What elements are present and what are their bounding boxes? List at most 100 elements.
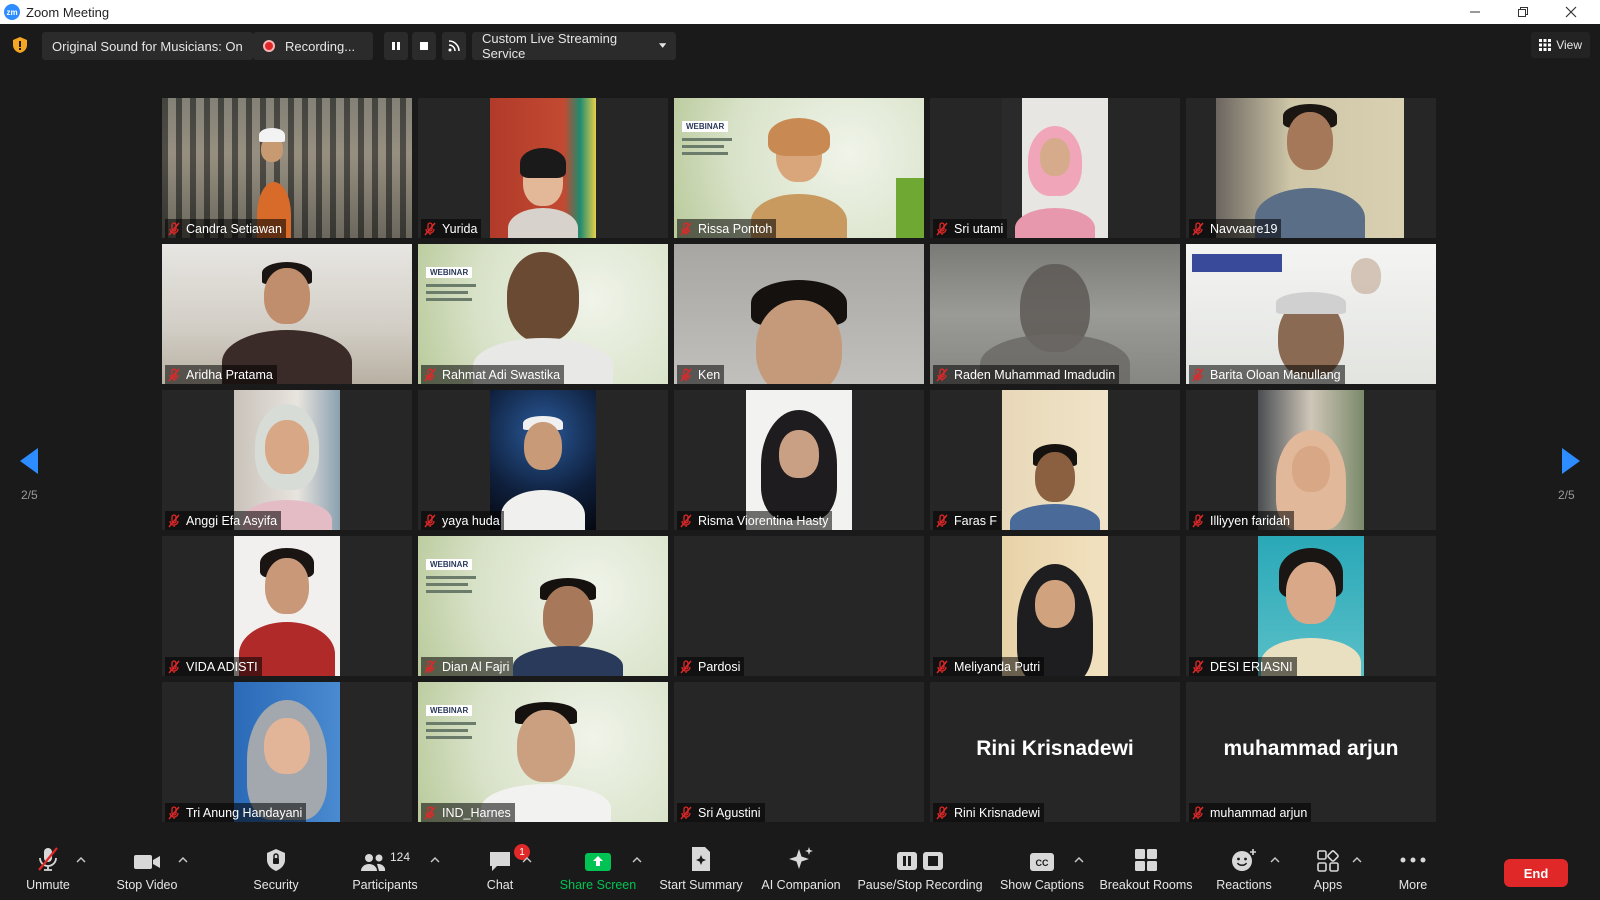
webinar-background: WEBINAR	[426, 700, 486, 770]
participant-tile[interactable]: Sri utami	[930, 98, 1180, 238]
participant-tile[interactable]: Candra Setiawan	[162, 98, 412, 238]
participant-tile[interactable]: VIDA ADISTI	[162, 536, 412, 676]
share-screen-button[interactable]: Share Screen	[560, 844, 636, 900]
close-icon	[1565, 6, 1577, 18]
ai-companion-button[interactable]: AI Companion	[758, 844, 844, 900]
minimize-button[interactable]	[1452, 0, 1498, 24]
meeting-toolbar: Unmute Stop Video Security 124 Participa…	[0, 844, 1600, 900]
apps-options-chevron-icon[interactable]	[1352, 856, 1362, 864]
participant-video: WEBINAR	[674, 98, 924, 238]
pause-recording-button[interactable]	[384, 32, 408, 60]
participant-tile[interactable]: Risma Viorentina Hasty	[674, 390, 924, 530]
participant-tile[interactable]: Rini Krisnadewi Rini Krisnadewi	[930, 682, 1180, 822]
participant-tile[interactable]: Tri Anung Handayani	[162, 682, 412, 822]
muted-mic-icon	[424, 513, 436, 527]
participant-tile[interactable]: muhammad arjun muhammad arjun	[1186, 682, 1436, 822]
participant-tile[interactable]: Barita Oloan Manullang	[1186, 244, 1436, 384]
participant-name: Risma Viorentina Hasty	[698, 513, 829, 528]
security-button[interactable]: Security	[250, 844, 302, 900]
participant-tile[interactable]: DESI ERIASNI	[1186, 536, 1436, 676]
close-button[interactable]	[1548, 0, 1594, 24]
show-captions-button[interactable]: CC Show Captions	[998, 844, 1086, 900]
encryption-shield-icon[interactable]	[12, 36, 28, 54]
participant-name: VIDA ADISTI	[186, 659, 258, 674]
original-sound-toggle[interactable]: Original Sound for Musicians: On	[42, 32, 253, 60]
participant-name: muhammad arjun	[1210, 805, 1308, 820]
recording-label: Recording...	[285, 38, 356, 54]
ai-companion-label: AI Companion	[761, 878, 841, 892]
participant-tile[interactable]: Ken	[674, 244, 924, 384]
participant-video	[234, 536, 340, 676]
participants-options-chevron-icon[interactable]	[430, 856, 440, 864]
participant-name: Sri Agustini	[698, 805, 761, 820]
start-summary-button[interactable]: Start Summary	[656, 844, 746, 900]
stop-video-button[interactable]: Stop Video	[112, 844, 182, 900]
participant-name: Rini Krisnadewi	[954, 805, 1041, 820]
participant-video	[746, 390, 852, 530]
participant-tile[interactable]: yaya huda	[418, 390, 668, 530]
participant-video	[1186, 244, 1436, 384]
breakout-rooms-button[interactable]: Breakout Rooms	[1098, 844, 1194, 900]
participants-button[interactable]: 124 Participants	[348, 844, 422, 900]
share-options-chevron-icon[interactable]	[632, 856, 642, 864]
webinar-label: WEBINAR	[682, 121, 729, 132]
view-label: View	[1556, 38, 1582, 52]
participant-tile[interactable]: Raden Muhammad Imadudin	[930, 244, 1180, 384]
participant-name: Aridha Pratama	[186, 367, 273, 382]
participant-tile[interactable]: Faras F	[930, 390, 1180, 530]
participant-tile[interactable]: WEBINAR Rahmat Adi Swastika	[418, 244, 668, 384]
participant-tile[interactable]: Pardosi	[674, 536, 924, 676]
participant-video	[234, 682, 340, 822]
participant-name: Barita Oloan Manullang	[1210, 367, 1341, 382]
participant-video: WEBINAR	[418, 682, 668, 822]
participant-name: Sri utami	[954, 221, 1004, 236]
participant-name-tag: yaya huda	[421, 511, 504, 530]
participant-tile[interactable]: Yurida	[418, 98, 668, 238]
previous-page-arrow-icon[interactable]	[18, 446, 40, 476]
pause-icon	[392, 42, 400, 50]
apps-button[interactable]: Apps	[1310, 844, 1346, 900]
chat-button[interactable]: 1 Chat	[480, 844, 530, 900]
participant-video	[490, 98, 596, 238]
reactions-button[interactable]: Reactions	[1214, 844, 1274, 900]
webinar-background: WEBINAR	[426, 262, 486, 332]
webinar-label: WEBINAR	[426, 705, 473, 716]
chat-options-chevron-icon[interactable]	[522, 856, 532, 864]
video-gallery: Candra Setiawan Yurida WEBINAR Rissa Pon…	[162, 98, 1438, 826]
participants-count: 124	[389, 850, 411, 864]
show-captions-label: Show Captions	[999, 878, 1085, 892]
reactions-options-chevron-icon[interactable]	[1270, 856, 1280, 864]
end-meeting-button[interactable]: End	[1504, 859, 1568, 887]
stop-recording-button[interactable]	[412, 32, 436, 60]
video-options-chevron-icon[interactable]	[178, 856, 188, 864]
participant-tile[interactable]: Anggi Efa Asyifa	[162, 390, 412, 530]
participant-tile[interactable]: WEBINAR Rissa Pontoh	[674, 98, 924, 238]
participant-tile[interactable]: Meliyanda Putri	[930, 536, 1180, 676]
closed-captions-icon: CC	[1030, 853, 1054, 871]
restore-button[interactable]	[1500, 0, 1546, 24]
muted-mic-icon	[1192, 513, 1204, 527]
view-button[interactable]: View	[1531, 32, 1590, 58]
participant-name: DESI ERIASNI	[1210, 659, 1293, 674]
participant-video: WEBINAR	[418, 536, 668, 676]
participant-tile[interactable]: Sri Agustini	[674, 682, 924, 822]
participant-video: WEBINAR	[418, 244, 668, 384]
participant-tile[interactable]: WEBINAR Dian Al Fajri	[418, 536, 668, 676]
participant-name: Illiyyen faridah	[1210, 513, 1290, 528]
participant-name-tag: Raden Muhammad Imadudin	[933, 365, 1120, 384]
more-button[interactable]: More	[1394, 844, 1432, 900]
muted-mic-icon	[168, 513, 180, 527]
zoom-logo-icon: zm	[4, 4, 20, 20]
participant-tile[interactable]: WEBINAR IND_Harnes	[418, 682, 668, 822]
pause-stop-recording-button[interactable]: Pause/Stop Recording	[856, 844, 984, 900]
live-stream-status-button[interactable]	[442, 32, 466, 60]
captions-options-chevron-icon[interactable]	[1074, 856, 1084, 864]
unmute-button[interactable]: Unmute	[22, 844, 74, 900]
participant-tile[interactable]: Navvaare19	[1186, 98, 1436, 238]
participant-name-tag: Navvaare19	[1189, 219, 1282, 238]
participant-tile[interactable]: Aridha Pratama	[162, 244, 412, 384]
audio-options-chevron-icon[interactable]	[76, 856, 86, 864]
live-stream-dropdown[interactable]: Custom Live Streaming Service	[472, 31, 676, 61]
next-page-arrow-icon[interactable]	[1560, 446, 1582, 476]
participant-tile[interactable]: Illiyyen faridah	[1186, 390, 1436, 530]
